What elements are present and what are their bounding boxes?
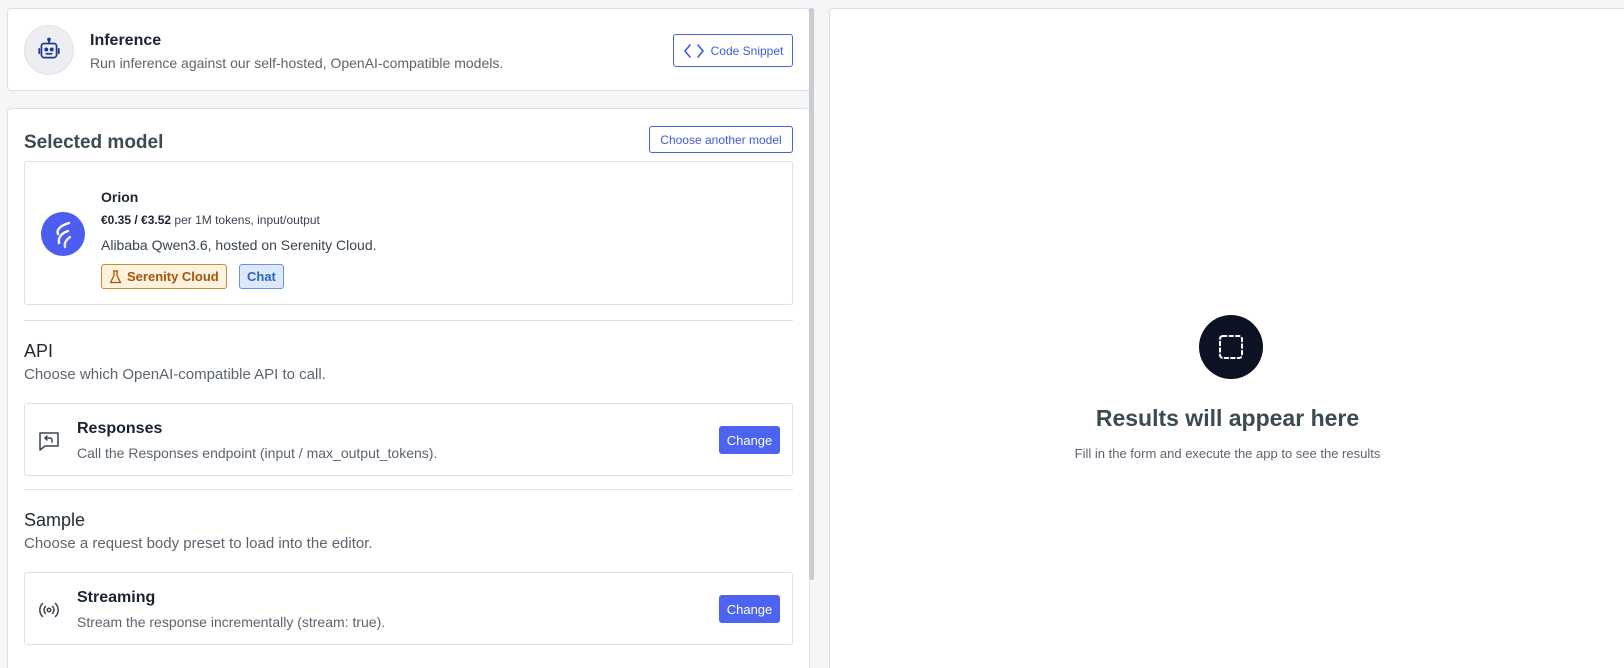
badge-label: Chat	[247, 269, 276, 284]
sample-title: Sample	[24, 510, 86, 530]
left-column: Inference Run inference against our self…	[7, 8, 810, 668]
code-icon	[683, 43, 704, 58]
flask-icon	[109, 269, 122, 283]
serenity-logo-icon	[41, 212, 85, 256]
sample-option-description: Stream the response incrementally (strea…	[77, 614, 386, 630]
code-snippet-button[interactable]: Code Snippet	[673, 34, 793, 67]
badge-serenity-cloud: Serenity Cloud	[101, 264, 227, 289]
results-panel: Results will appear here Fill in the for…	[829, 8, 1624, 668]
result-icon-circle	[1199, 315, 1263, 379]
results-title: Results will appear here	[1095, 405, 1360, 431]
sample-option-card: Streaming Stream the response incrementa…	[24, 572, 793, 645]
sample-subtitle: Choose a request body preset to load int…	[24, 535, 373, 552]
choose-another-model-button[interactable]: Choose another model	[649, 126, 793, 153]
api-option-card: Responses Call the Responses endpoint (i…	[24, 403, 793, 476]
robot-icon	[38, 37, 60, 59]
divider	[24, 320, 793, 321]
selected-model-title: Selected model	[24, 132, 164, 153]
badge-chat: Chat	[239, 264, 284, 289]
api-subtitle: Choose which OpenAI-compatible API to ca…	[24, 366, 326, 383]
message-reply-icon	[39, 432, 59, 451]
dashed-square-icon	[1219, 335, 1243, 359]
model-price-value: €0.35 / €3.52	[101, 213, 172, 227]
change-sample-button[interactable]: Change	[719, 595, 780, 623]
sample-option-title: Streaming	[77, 589, 156, 606]
change-api-button[interactable]: Change	[719, 426, 780, 454]
code-snippet-label: Code Snippet	[710, 43, 784, 58]
model-name: Orion	[101, 189, 139, 205]
model-description: Alibaba Qwen3.6, hosted on Serenity Clou…	[101, 237, 377, 253]
api-option-description: Call the Responses endpoint (input / max…	[77, 445, 438, 461]
app-header-card: Inference Run inference against our self…	[7, 8, 810, 91]
badge-label: Serenity Cloud	[127, 269, 219, 284]
configuration-card: Selected model Choose another model Orio…	[7, 108, 810, 668]
api-title: API	[24, 341, 54, 361]
app-title: Inference	[90, 32, 162, 49]
model-price: €0.35 / €3.52 per 1M tokens, input/outpu…	[101, 213, 320, 227]
app-avatar	[24, 25, 74, 75]
model-price-unit: per 1M tokens, input/output	[174, 213, 320, 227]
results-subtitle: Fill in the form and execute the app to …	[1074, 446, 1381, 461]
divider	[24, 489, 793, 490]
app-subtitle: Run inference against our self-hosted, O…	[90, 55, 504, 71]
model-card: Orion €0.35 / €3.52 per 1M tokens, input…	[24, 161, 793, 305]
scrollbar-thumb[interactable]	[809, 8, 814, 580]
api-option-title: Responses	[77, 420, 163, 437]
broadcast-icon	[39, 602, 59, 618]
